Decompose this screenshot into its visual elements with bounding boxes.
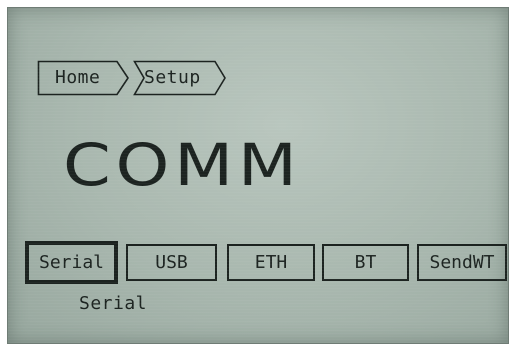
selected-tab-caption: Serial: [79, 293, 148, 314]
tab-usb[interactable]: USB: [126, 244, 217, 281]
tab-eth[interactable]: ETH: [227, 244, 315, 281]
breadcrumb-home[interactable]: Home: [37, 60, 130, 96]
tab-sendwt[interactable]: SendWT: [417, 244, 507, 281]
page-title: COMM: [63, 131, 302, 199]
breadcrumb: Home Setup: [37, 60, 227, 98]
tab-bt[interactable]: BT: [322, 244, 409, 281]
device-bezel: Home Setup COMM Serial USB ETH BT SendWT…: [0, 0, 514, 349]
breadcrumb-home-label: Home: [55, 67, 101, 88]
breadcrumb-setup[interactable]: Setup: [133, 60, 227, 96]
tab-serial[interactable]: Serial: [25, 241, 118, 284]
lcd-screen: Home Setup COMM Serial USB ETH BT SendWT…: [7, 7, 509, 344]
breadcrumb-setup-label: Setup: [144, 67, 201, 88]
